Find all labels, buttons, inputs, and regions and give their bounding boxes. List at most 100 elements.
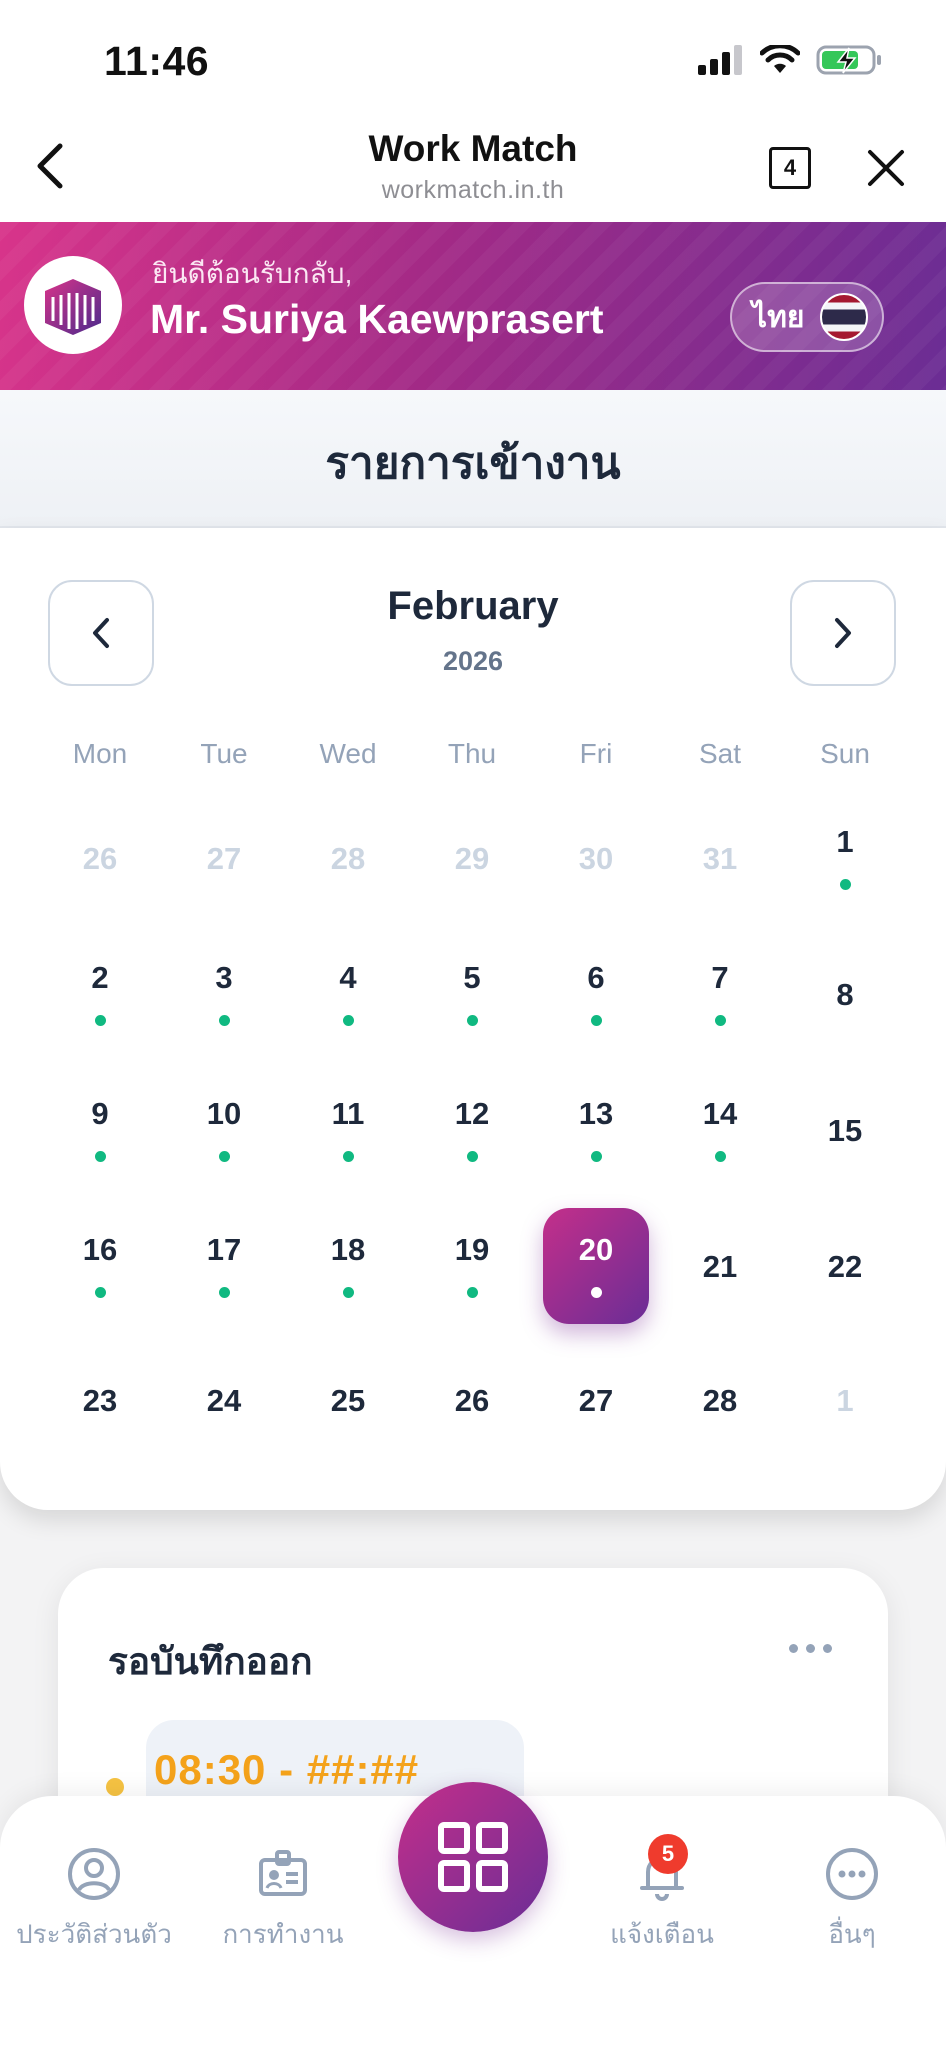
more-options-icon[interactable] (789, 1644, 832, 1653)
day-number: 26 (82, 840, 118, 876)
attendance-dot (218, 1151, 230, 1162)
day-number: 5 (463, 960, 481, 995)
calendar-day[interactable]: 1 (792, 800, 898, 916)
pending-title: รอบันทึกออก (108, 1641, 313, 1682)
calendar-day[interactable]: 21 (667, 1208, 773, 1324)
section-title: รายการเข้างาน (325, 439, 621, 488)
calendar-day[interactable]: 23 (47, 1342, 153, 1458)
day-number: 11 (331, 1096, 365, 1131)
next-month-button[interactable] (790, 580, 896, 686)
calendar-day[interactable]: 26 (419, 1342, 525, 1458)
center-menu-button[interactable] (398, 1782, 548, 1932)
status-time: 11:46 (104, 38, 210, 84)
calendar-day[interactable]: 31 (667, 800, 773, 916)
calendar-day[interactable]: 14 (667, 1072, 773, 1188)
calendar-day[interactable]: 9 (47, 1072, 153, 1188)
day-number: 10 (206, 1096, 242, 1131)
day-number: 30 (578, 840, 614, 876)
day-number: 13 (578, 1096, 614, 1131)
nav-item-profile[interactable]: ประวัติส่วนตัว (4, 1846, 184, 1955)
chevron-right-icon (835, 618, 851, 648)
user-name: Mr. Suriya Kaewprasert (150, 296, 604, 342)
id-badge-icon (259, 1850, 307, 1896)
close-button[interactable] (866, 148, 906, 188)
calendar-day[interactable]: 6 (543, 936, 649, 1052)
weekday-label: Sat (698, 738, 742, 769)
attendance-dot (342, 1015, 354, 1026)
workmatch-logo-icon (45, 279, 101, 335)
language-label: ไทย (752, 300, 805, 334)
calendar-day[interactable]: 28 (667, 1342, 773, 1458)
attendance-dot (590, 1151, 602, 1162)
calendar-day[interactable]: 11 (295, 1072, 401, 1188)
more-horizontal-icon (826, 1848, 878, 1900)
attendance-dot (714, 1151, 726, 1162)
day-number: 15 (827, 1112, 863, 1148)
calendar-day[interactable]: 27 (171, 800, 277, 916)
attendance-dot (590, 1287, 602, 1298)
day-number: 24 (206, 1382, 242, 1418)
welcome-greeting: ยินดีต้อนรับกลับ, (152, 258, 353, 289)
calendar-day[interactable]: 22 (792, 1208, 898, 1324)
attendance-dot (839, 879, 851, 890)
calendar-day[interactable]: 28 (295, 800, 401, 916)
calendar-day[interactable]: 25 (295, 1342, 401, 1458)
attendance-dot (94, 1287, 106, 1298)
day-number: 28 (702, 1382, 738, 1418)
nav-item-work[interactable]: การทำงาน (193, 1846, 373, 1955)
calendar-day[interactable]: 27 (543, 1342, 649, 1458)
day-number: 9 (91, 1096, 109, 1131)
day-number: 27 (206, 840, 242, 876)
nav-label-profile: ประวัติส่วนตัว (16, 1919, 172, 1949)
day-number: 2 (91, 960, 109, 995)
calendar-day[interactable]: 2 (47, 936, 153, 1052)
calendar-day[interactable]: 18 (295, 1208, 401, 1324)
day-number: 1 (836, 824, 854, 859)
calendar-day[interactable]: 26 (47, 800, 153, 916)
day-number: 16 (82, 1232, 118, 1267)
status-bar: 11:46 (0, 0, 946, 112)
calendar-day[interactable]: 15 (792, 1072, 898, 1188)
battery-charging-icon (816, 45, 881, 75)
day-number: 29 (454, 840, 490, 876)
calendar-day[interactable]: 19 (419, 1208, 525, 1324)
pending-status-dot (106, 1778, 124, 1796)
calendar-day[interactable]: 3 (171, 936, 277, 1052)
language-switcher[interactable]: ไทย (730, 282, 884, 352)
day-number: 23 (82, 1382, 118, 1418)
calendar-day[interactable]: 7 (667, 936, 773, 1052)
calendar-day[interactable]: 13 (543, 1072, 649, 1188)
day-number: 25 (330, 1382, 366, 1418)
day-number: 26 (454, 1382, 490, 1418)
section-header: รายการเข้างาน (0, 390, 946, 528)
weekday-label: Thu (447, 738, 497, 769)
pending-time-range: 08:30 - ##:## (154, 1746, 420, 1793)
weekday-label: Tue (200, 738, 248, 769)
calendar-day[interactable]: 1 (792, 1342, 898, 1458)
day-number: 28 (330, 840, 366, 876)
day-number: 7 (711, 960, 729, 995)
calendar-day[interactable]: 12 (419, 1072, 525, 1188)
day-number: 4 (339, 960, 357, 995)
calendar-day[interactable]: 30 (543, 800, 649, 916)
calendar-day[interactable]: 8 (792, 936, 898, 1052)
calendar-day[interactable]: 4 (295, 936, 401, 1052)
calendar-day-selected[interactable]: 20 (543, 1208, 649, 1324)
nav-item-more[interactable]: อื่นๆ (762, 1846, 942, 1955)
day-number: 8 (836, 976, 854, 1012)
calendar-day[interactable]: 16 (47, 1208, 153, 1324)
weekday-label: Fri (579, 738, 613, 769)
calendar-day[interactable]: 10 (171, 1072, 277, 1188)
nav-label-notifications: แจ้งเตือน (610, 1919, 714, 1949)
calendar-day[interactable]: 24 (171, 1342, 277, 1458)
day-number: 22 (827, 1248, 863, 1284)
day-number: 14 (702, 1096, 738, 1131)
calendar-day[interactable]: 5 (419, 936, 525, 1052)
grid-icon (438, 1822, 508, 1892)
calendar-day[interactable]: 29 (419, 800, 525, 916)
app-logo (24, 256, 122, 354)
calendar-day[interactable]: 17 (171, 1208, 277, 1324)
attendance-dot (218, 1287, 230, 1298)
tabs-button[interactable]: 4 (769, 147, 811, 189)
attendance-dot (466, 1015, 478, 1026)
